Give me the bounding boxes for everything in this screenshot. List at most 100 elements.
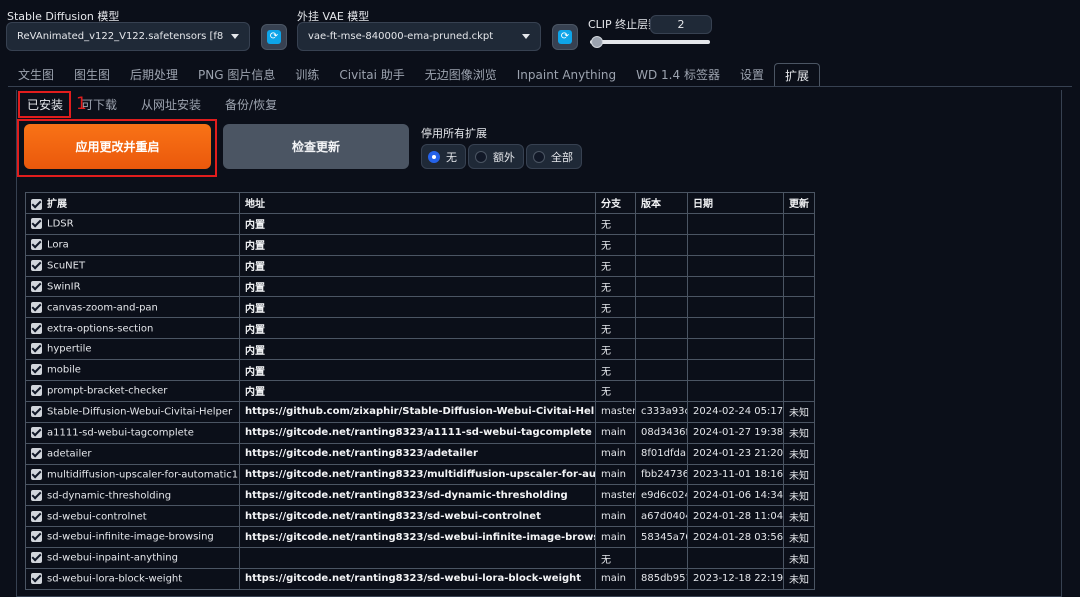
subtab-install-from-url[interactable]: 从网址安装 (129, 93, 213, 117)
extension-checkbox[interactable] (31, 364, 42, 376)
apply-and-restart-button[interactable]: 应用更改并重启 (24, 124, 211, 169)
branch-cell: main (595, 442, 636, 465)
url-cell: 内置 (239, 338, 596, 361)
tab-train[interactable]: 训练 (285, 63, 329, 87)
disable-extensions-radio-group: 无 额外 全部 (421, 144, 582, 169)
clip-skip-slider[interactable] (590, 40, 710, 44)
extension-name: SwinIR (47, 281, 81, 293)
tab-inpaint-anything[interactable]: Inpaint Anything (507, 63, 626, 87)
header-extension: 扩展 (25, 192, 240, 214)
refresh-sd-model-button[interactable]: ⟳ (261, 24, 287, 50)
ext-name-cell: multidiffusion-upscaler-for-automatic111… (25, 463, 240, 486)
vae-dropdown[interactable]: vae-ft-mse-840000-ema-pruned.ckpt (297, 22, 541, 51)
table-row: adetailer https://gitcode.net/ranting8323… (25, 442, 815, 465)
tab-extensions[interactable]: 扩展 (773, 63, 820, 87)
radio-none[interactable]: 无 (421, 144, 466, 169)
radio-all[interactable]: 全部 (526, 144, 582, 169)
table-row: sd-webui-controlnet https://gitcode.net/r… (25, 505, 815, 528)
version-cell: e9d6c024 (635, 484, 688, 507)
extension-checkbox[interactable] (31, 573, 42, 585)
ext-name-cell: canvas-zoom-and-pan (25, 296, 240, 319)
version-cell (635, 380, 688, 402)
table-row: mobile 内置无 (25, 359, 815, 382)
tab-txt2img[interactable]: 文生图 (8, 63, 64, 87)
update-cell: 未知 (783, 568, 815, 590)
radio-dot-icon (428, 150, 440, 163)
table-row: multidiffusion-upscaler-for-automatic111… (25, 463, 815, 486)
extension-checkbox[interactable] (31, 259, 42, 271)
branch-cell: main (595, 526, 636, 549)
extension-checkbox[interactable] (31, 301, 42, 313)
update-cell (783, 212, 815, 235)
url-cell[interactable]: https://gitcode.net/ranting8323/a1111-sd… (239, 421, 596, 444)
url-cell[interactable]: https://gitcode.net/ranting8323/sd-webui… (239, 568, 596, 590)
extension-checkbox[interactable] (31, 447, 42, 459)
tab-png-info[interactable]: PNG 图片信息 (188, 63, 285, 87)
url-cell[interactable]: https://gitcode.net/ranting8323/multidif… (239, 463, 596, 486)
ext-name-cell: ScuNET (25, 254, 240, 277)
url-cell[interactable]: https://gitcode.net/ranting8323/sd-dynam… (239, 484, 596, 507)
version-cell (635, 359, 688, 382)
sd-model-dropdown[interactable]: ReVAnimated_v122_V122.safetensors [f8bb2… (6, 22, 250, 51)
extension-checkbox[interactable] (31, 468, 42, 480)
extension-checkbox[interactable] (31, 510, 42, 522)
ext-name-cell: LDSR (25, 212, 240, 235)
version-cell (635, 233, 688, 256)
chevron-down-icon (231, 34, 239, 39)
chevron-down-icon (522, 34, 530, 39)
extension-checkbox[interactable] (31, 218, 42, 230)
ext-name-cell: prompt-bracket-checker (25, 380, 240, 402)
url-cell[interactable]: https://gitcode.net/ranting8323/sd-webui… (239, 526, 596, 549)
tab-infinite-image-browsing[interactable]: 无边图像浏览 (415, 63, 507, 87)
url-cell[interactable]: https://github.com/zixaphir/Stable-Diffu… (239, 400, 596, 423)
branch-cell: 无 (595, 212, 636, 235)
extension-checkbox[interactable] (31, 238, 42, 250)
clip-skip-input[interactable]: 2 (650, 15, 712, 34)
branch-cell: master (595, 400, 636, 423)
check-updates-button[interactable]: 检查更新 (223, 124, 409, 169)
table-row: hypertile 内置无 (25, 338, 815, 361)
radio-extra[interactable]: 额外 (468, 144, 524, 169)
date-cell (687, 212, 784, 235)
tab-extras[interactable]: 后期处理 (120, 63, 188, 87)
branch-cell: 无 (595, 338, 636, 361)
version-cell (635, 212, 688, 235)
extension-checkbox[interactable] (31, 343, 42, 355)
url-cell: 内置 (239, 296, 596, 319)
tab-settings[interactable]: 设置 (730, 63, 774, 87)
extension-checkbox[interactable] (31, 489, 42, 501)
extension-checkbox[interactable] (31, 385, 42, 397)
extension-name: multidiffusion-upscaler-for-automatic111… (47, 469, 240, 481)
url-cell[interactable]: https://gitcode.net/ranting8323/adetaile… (239, 442, 596, 465)
url-cell[interactable]: https://gitcode.net/ranting8323/sd-webui… (239, 505, 596, 528)
update-cell: 未知 (783, 421, 815, 444)
refresh-vae-button[interactable]: ⟳ (552, 24, 578, 50)
update-cell (783, 380, 815, 402)
ext-name-cell: hypertile (25, 338, 240, 361)
table-row: Stable-Diffusion-Webui-Civitai-Helper htt… (25, 400, 815, 423)
version-cell: fbb24736 (635, 463, 688, 486)
tab-civitai-helper[interactable]: Civitai 助手 (329, 63, 414, 87)
extension-name: extra-options-section (47, 323, 154, 335)
ext-name-cell: sd-webui-lora-block-weight (25, 568, 240, 590)
extension-checkbox[interactable] (31, 426, 42, 438)
branch-cell: 无 (595, 317, 636, 340)
extension-checkbox[interactable] (31, 531, 42, 543)
extension-checkbox[interactable] (31, 406, 42, 418)
tab-wd14-tagger[interactable]: WD 1.4 标签器 (626, 63, 730, 87)
table-row: prompt-bracket-checker 内置无 (25, 380, 815, 402)
subtab-backup-restore[interactable]: 备份/恢复 (213, 93, 289, 117)
version-cell (635, 547, 688, 570)
update-cell: 未知 (783, 526, 815, 549)
branch-cell: 无 (595, 233, 636, 256)
extension-checkbox[interactable] (31, 552, 42, 564)
tab-img2img[interactable]: 图生图 (64, 63, 120, 87)
extension-checkbox[interactable] (31, 322, 42, 334)
main-tabs: 文生图 图生图 后期处理 PNG 图片信息 训练 Civitai 助手 无边图像… (8, 63, 820, 87)
select-all-checkbox[interactable] (31, 198, 42, 210)
table-row: sd-webui-lora-block-weight https://gitcod… (25, 568, 815, 590)
clip-skip-slider-thumb[interactable] (591, 36, 603, 48)
date-cell (687, 317, 784, 340)
extension-checkbox[interactable] (31, 280, 42, 292)
extension-name: sd-webui-infinite-image-browsing (47, 531, 214, 543)
